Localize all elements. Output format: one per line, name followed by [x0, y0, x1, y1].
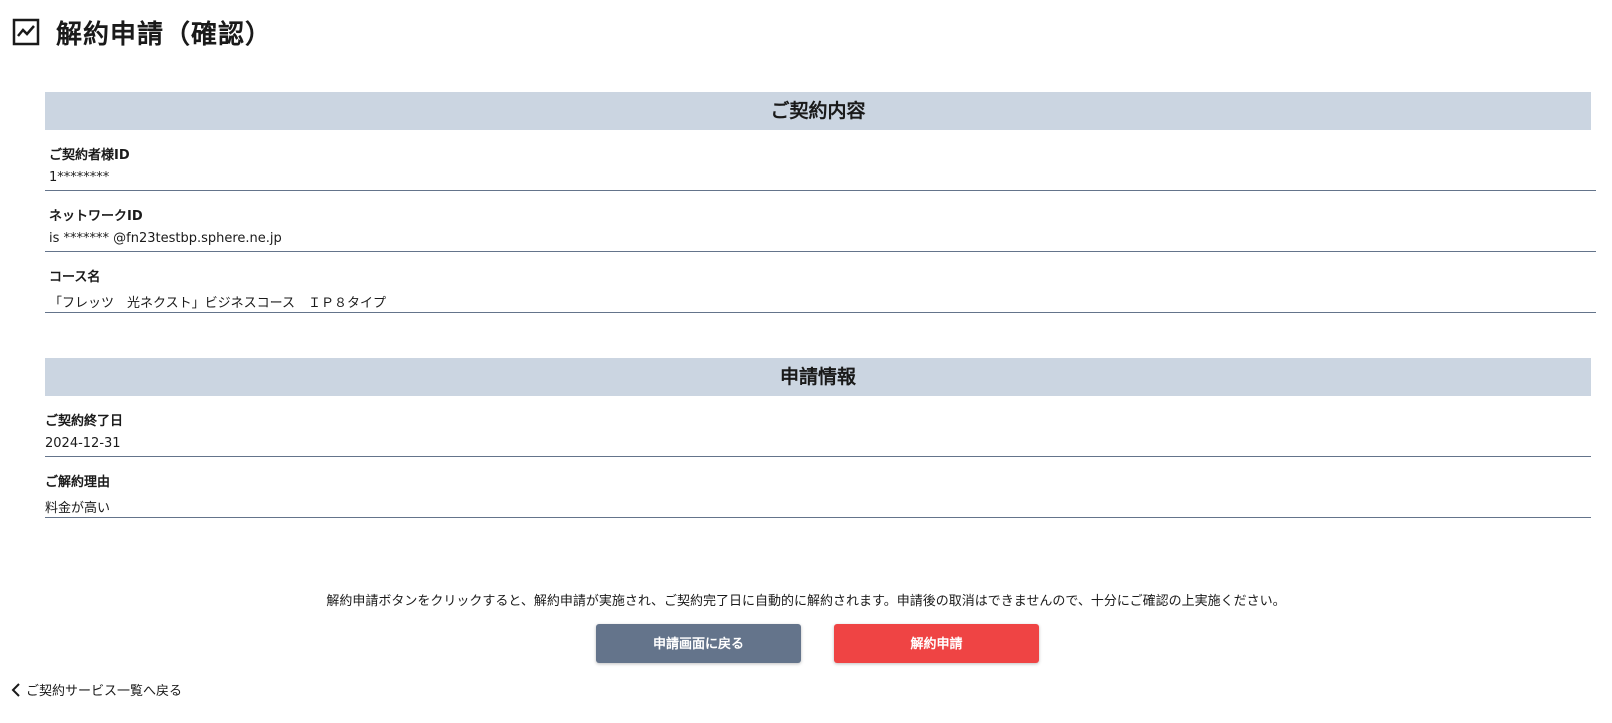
- chevron-left-icon: [10, 682, 22, 698]
- field-label: ご契約終了日: [45, 414, 124, 429]
- chart-line-icon: [12, 18, 40, 46]
- field-label: ご契約者様ID: [49, 148, 130, 163]
- page: 解約申請（確認） ご契約内容 ご契約者様ID 1******** ネットワークI…: [0, 0, 1612, 723]
- section-header-application: 申請情報: [45, 358, 1591, 396]
- application-section: 申請情報 ご契約終了日 2024-12-31 ご解約理由 料金が高い: [45, 358, 1596, 518]
- field-end-date: ご契約終了日 2024-12-31: [45, 396, 1591, 457]
- field-value: 「フレッツ 光ネクスト」ビジネスコース ＩＰ８タイプ: [49, 296, 386, 311]
- back-link-label: ご契約サービス一覧へ戻る: [26, 684, 183, 699]
- contract-section: ご契約内容 ご契約者様ID 1******** ネットワークID is ****…: [45, 92, 1596, 313]
- back-to-service-list-link[interactable]: ご契約サービス一覧へ戻る: [10, 680, 182, 699]
- page-title: 解約申請（確認）: [56, 19, 273, 50]
- field-course-name: コース名 「フレッツ 光ネクスト」ビジネスコース ＩＰ８タイプ: [45, 252, 1596, 313]
- field-value: 1********: [49, 170, 110, 185]
- field-label: コース名: [49, 270, 101, 285]
- field-value: is ******* @fn23testbp.sphere.ne.jp: [49, 231, 282, 246]
- field-label: ご解約理由: [45, 475, 111, 490]
- field-label: ネットワークID: [49, 209, 143, 224]
- cancel-contract-button[interactable]: 解約申請: [834, 624, 1039, 663]
- back-to-form-button[interactable]: 申請画面に戻る: [596, 624, 801, 663]
- notice-text: 解約申請ボタンをクリックすると、解約申請が実施され、ご契約完了日に自動的に解約さ…: [326, 594, 1286, 609]
- field-value: 料金が高い: [45, 501, 111, 516]
- field-network-id: ネットワークID is ******* @fn23testbp.sphere.n…: [45, 191, 1596, 252]
- field-value: 2024-12-31: [45, 436, 121, 451]
- page-header: 解約申請（確認）: [12, 12, 272, 52]
- field-cancel-reason: ご解約理由 料金が高い: [45, 457, 1591, 518]
- section-header-contract: ご契約内容: [45, 92, 1591, 130]
- field-contractor-id: ご契約者様ID 1********: [45, 130, 1596, 191]
